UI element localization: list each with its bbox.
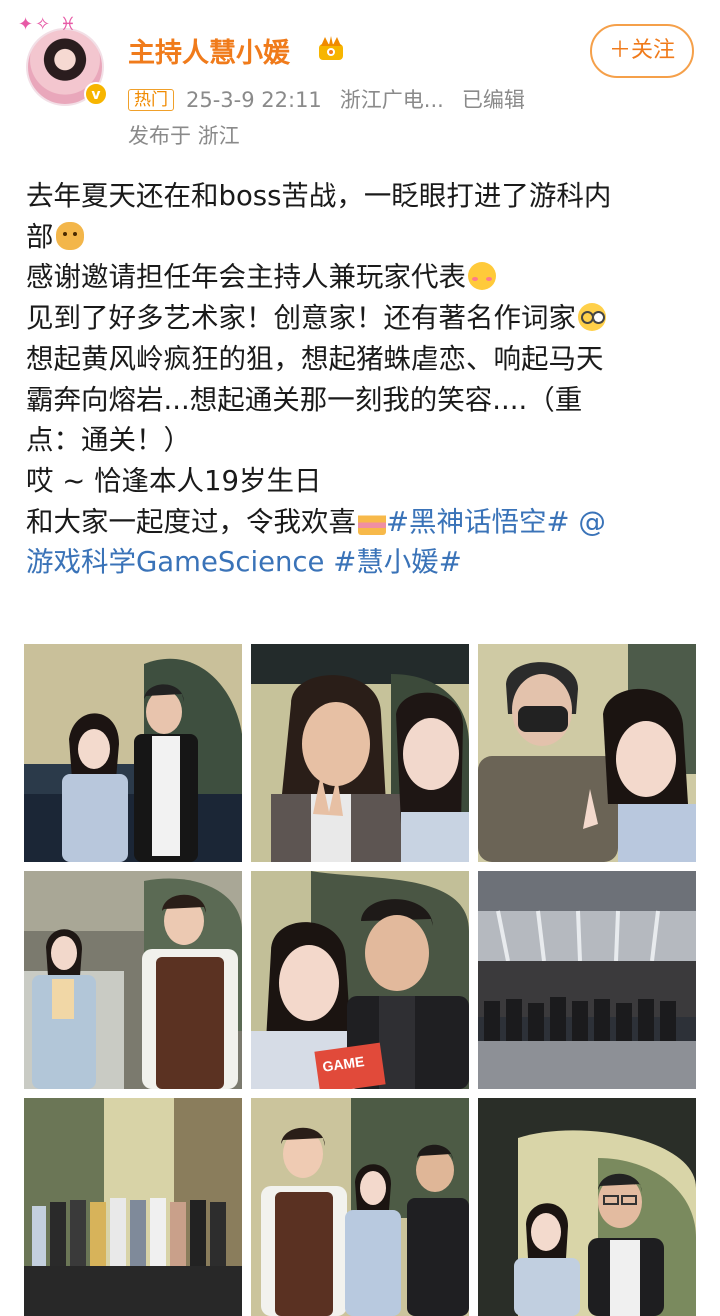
crown-icon: [319, 36, 343, 60]
post-line: 部: [26, 217, 696, 258]
mention-link-gamescience[interactable]: 游戏科学GameScience: [26, 546, 324, 578]
follow-button[interactable]: ＋关注: [590, 24, 694, 78]
post-line: 游戏科学GameScience #慧小媛#: [26, 542, 696, 583]
post-source: 浙江广电...: [339, 88, 444, 112]
username[interactable]: 主持人慧小媛: [128, 31, 290, 70]
hot-tag[interactable]: 热门: [128, 89, 174, 111]
post-line: 见到了好多艺术家！创意家！还有著名作词家: [26, 298, 696, 339]
photo-stage-group-lineup[interactable]: [24, 1098, 242, 1316]
topic-link-huixiaoyuan[interactable]: #慧小媛#: [333, 546, 462, 578]
photo-host-with-young-man-vest[interactable]: [24, 871, 242, 1089]
photo-host-with-glasses-man[interactable]: [478, 1098, 696, 1316]
post-line: 点：通关！）: [26, 424, 191, 457]
post-line: 哎 ~ 恰逢本人19岁生日: [26, 464, 322, 497]
post-line: 和大家一起度过，令我欢喜 #黑神话悟空# @: [26, 505, 606, 538]
post-timestamp: 25-3-9 22:11: [186, 88, 322, 112]
photo-host-with-masked-man-selfie[interactable]: [478, 644, 696, 862]
post-line: 感谢邀请担任年会主持人兼玩家代表: [26, 257, 696, 298]
glasses-emoji-icon: [578, 303, 606, 332]
post-meta: 热门 25-3-9 22:11 浙江广电... 已编辑: [128, 84, 543, 112]
cake-emoji-icon: [358, 506, 386, 535]
edited-label[interactable]: 已编辑: [462, 88, 525, 112]
photo-host-with-two-men[interactable]: [251, 1098, 469, 1316]
photo-grid: GAME: [24, 644, 696, 1316]
mention-at-sign[interactable]: @: [578, 506, 606, 538]
post-text: 去年夏天还在和boss苦战，一眨眼打进了游科内 部 感谢邀请担任年会主持人兼玩家…: [26, 176, 696, 583]
topic-link-wukong[interactable]: #黑神话悟空#: [386, 506, 570, 538]
doge-emoji-icon: [55, 221, 84, 250]
photo-host-with-man-stage[interactable]: [24, 644, 242, 862]
verified-badge-icon: v: [84, 82, 108, 106]
post-header: ✦✧ ♓ v 主持人慧小媛 热门 25-3-9 22:11 浙江广电... 已编辑 发…: [0, 0, 720, 160]
avatar-wrapper[interactable]: ✦✧ ♓ v: [18, 14, 108, 106]
avatar-decoration: ✦✧ ♓: [18, 14, 79, 35]
photo-audience-hall-group[interactable]: [478, 871, 696, 1089]
publish-location: 发布于 浙江: [128, 124, 240, 148]
blush-emoji-icon: [468, 262, 496, 291]
post-line: 去年夏天还在和boss苦战，一眨眼打进了游科内: [26, 180, 612, 212]
photo-host-with-man-game-science-sign[interactable]: GAME: [251, 871, 469, 1089]
post-line: 霸奔向熔岩...想起通关那一刻我的笑容....（重: [26, 383, 583, 416]
post-line: 想起黄风岭疯狂的狙，想起猪蛛虐恋、响起马天: [26, 342, 604, 375]
photo-host-with-longhair-man-selfie[interactable]: [251, 644, 469, 862]
